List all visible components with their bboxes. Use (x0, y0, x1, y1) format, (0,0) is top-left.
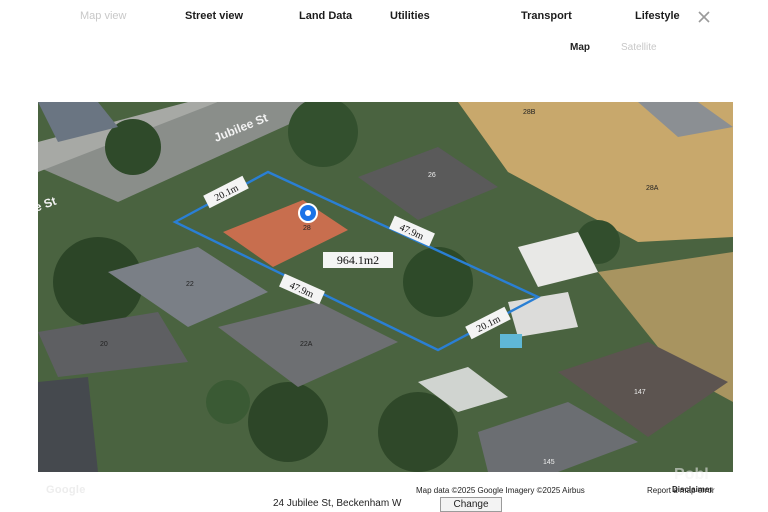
tab-map-view[interactable]: Map view (80, 10, 126, 22)
tree-canopy (206, 380, 250, 424)
tab-utilities[interactable]: Utilities (390, 10, 430, 22)
lot-number: 147 (634, 389, 646, 396)
lot-number: 20 (100, 341, 108, 348)
house-roof (38, 377, 98, 472)
tree-canopy (248, 382, 328, 462)
tab-transport[interactable]: Transport (521, 10, 572, 22)
lot-number: 22A (300, 341, 313, 348)
tab-land-data[interactable]: Land Data (299, 10, 352, 22)
lot-number: 145 (543, 459, 555, 466)
svg-text:964.1m2: 964.1m2 (337, 253, 379, 267)
change-address-button[interactable]: Change (440, 497, 502, 512)
lot-number: 22 (186, 281, 194, 288)
watermark-logo: Pobl (674, 466, 709, 483)
satellite-map[interactable]: 20.1m 47.9m 20.1m 47.9m 964.1m2 Jubilee … (38, 102, 733, 472)
tab-lifestyle[interactable]: Lifestyle (635, 10, 680, 22)
google-logo: Google (46, 484, 86, 496)
swimming-pool (500, 334, 522, 348)
map-tab-bar: Map view Street view Land Data Utilities… (0, 0, 768, 36)
map-data-attribution: Map data ©2025 Google Imagery ©2025 Airb… (416, 486, 585, 495)
tab-street-view[interactable]: Street view (185, 10, 243, 22)
tree-canopy (403, 247, 473, 317)
close-icon[interactable] (696, 9, 712, 25)
lot-number: 26 (428, 172, 436, 179)
lot-number: 28 (303, 225, 311, 232)
lot-area-label: 964.1m2 (323, 252, 393, 268)
tree-canopy (378, 392, 458, 472)
location-pin-icon[interactable] (298, 203, 318, 223)
map-type-satellite-button[interactable]: Satellite (621, 42, 657, 53)
lot-number: 28A (646, 185, 659, 192)
map-canvas: 20.1m 47.9m 20.1m 47.9m 964.1m2 Jubilee … (38, 102, 733, 472)
address-text: 24 Jubilee St, Beckenham W (273, 498, 402, 509)
lot-number: 28B (523, 109, 536, 116)
disclaimer-link[interactable]: Disclaimer (672, 485, 712, 494)
map-type-map-button[interactable]: Map (570, 42, 590, 53)
